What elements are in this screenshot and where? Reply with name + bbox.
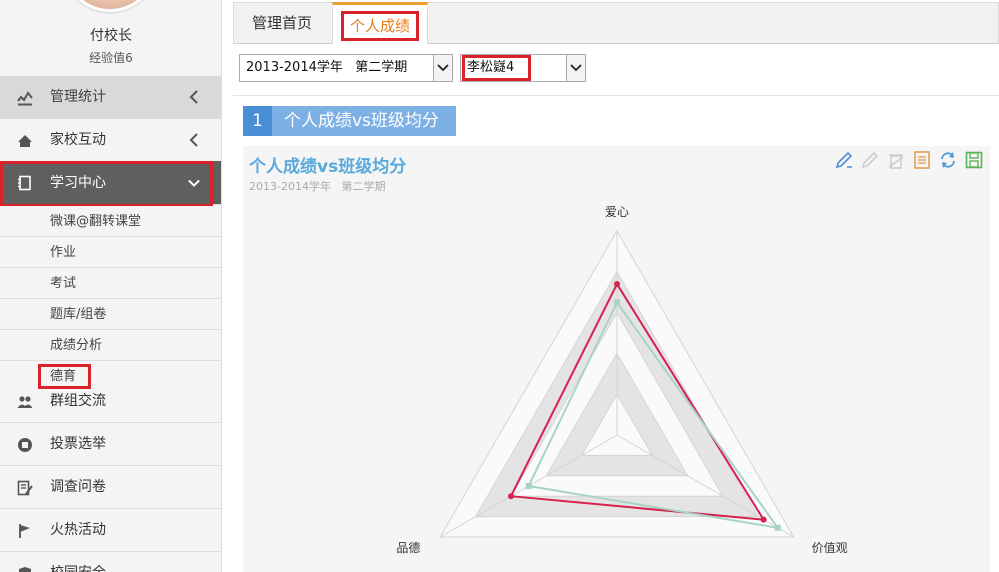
submenu-label: 作业 [50, 245, 77, 260]
flag-icon [19, 524, 30, 538]
chevron-left-icon [189, 90, 198, 104]
section-title: 个人成绩vs班级均分 [284, 111, 439, 131]
menu-label: 调查问卷 [50, 479, 106, 495]
submenu-item-exam[interactable]: 考试 [0, 268, 221, 299]
avatar[interactable] [62, 0, 158, 12]
tab-bar: 管理首页 个人成绩 [233, 2, 999, 45]
submenu-label: 考试 [50, 276, 77, 291]
menu-item-vote[interactable]: 投票选举 [0, 423, 221, 466]
tab-personal-score[interactable]: 个人成绩 [332, 2, 428, 45]
shield-icon [19, 567, 31, 572]
filter-bar: 2013-2014学年 第二学期 李松嶷4 [233, 44, 999, 96]
radar-chart: 爱心价值观 品德 [396, 205, 848, 555]
user-profile: 付校长 经验值6 [0, 0, 221, 75]
menu-label: 投票选举 [50, 436, 106, 452]
menu-label: 火热活动 [50, 522, 106, 538]
users-icon [17, 396, 33, 408]
submenu-item-homework[interactable]: 作业 [0, 237, 221, 268]
chevron-down-icon [570, 64, 582, 72]
submenu-label: 题库/组卷 [50, 307, 107, 322]
menu-item-group-chat[interactable]: 群组交流 [0, 380, 221, 423]
radar-chart-panel: 个人成绩vs班级均分 2013-2014学年 第二学期 爱心价值观 品德 [243, 146, 990, 572]
radar-indicator-label: 价值观 [812, 540, 848, 555]
tab-label: 个人成绩 [340, 11, 419, 41]
radar-indicator-label: 品德 [396, 540, 420, 555]
main-content: 管理首页 个人成绩 2013-2014学年 第二学期 李松嶷4 1 个人成绩vs… [233, 0, 999, 572]
radar-data-point [614, 281, 620, 288]
student-select-value: 李松嶷4 [462, 55, 532, 81]
section-number: 1 [243, 106, 272, 136]
vote-icon [18, 438, 32, 452]
section-header: 1 个人成绩vs班级均分 [243, 106, 456, 136]
menu-item-survey[interactable]: 调查问卷 [0, 466, 221, 509]
menu-label: 群组交流 [50, 393, 106, 409]
user-name: 付校长 [90, 28, 132, 44]
submenu-item-question-bank[interactable]: 题库/组卷 [0, 299, 221, 330]
menu-label: 校园安全 [50, 552, 106, 572]
submenu-item-score-analysis[interactable]: 成绩分析 [0, 330, 221, 361]
radar-data-point [774, 524, 781, 531]
student-select[interactable]: 李松嶷4 [460, 54, 586, 82]
home-icon [18, 135, 32, 147]
menu-item-hot-activity[interactable]: 火热活动 [0, 509, 221, 552]
menu-item-campus-safety[interactable]: 校园安全 [0, 552, 221, 572]
chevron-left-icon [189, 133, 198, 147]
stats-icon [17, 91, 33, 106]
radar-data-point [760, 516, 767, 523]
survey-icon [17, 480, 33, 496]
chevron-down-icon [437, 64, 449, 72]
radar-data-point [614, 299, 620, 306]
tab-management-home[interactable]: 管理首页 [234, 2, 330, 44]
submenu-item-moral-education[interactable]: 德育 [0, 361, 221, 384]
notebook-icon [18, 175, 31, 191]
menu-label: 管理统计 [50, 89, 106, 105]
term-select-value: 2013-2014学年 第二学期 [246, 60, 408, 75]
radar-data-point [507, 493, 514, 500]
term-select[interactable]: 2013-2014学年 第二学期 [239, 54, 453, 82]
radar-indicator-label: 爱心 [605, 205, 629, 219]
radar-data-point [525, 483, 532, 489]
dropdown-arrow [566, 55, 585, 81]
submenu-label: 微课@翻转课堂 [50, 214, 142, 229]
menu-label: 学习中心 [50, 175, 106, 191]
user-experience: 经验值6 [89, 51, 133, 65]
menu-item-home-school[interactable]: 家校互动 [0, 119, 221, 162]
chevron-down-icon [188, 179, 200, 187]
submenu-label: 成绩分析 [50, 338, 103, 353]
menu-item-management-stats[interactable]: 管理统计 [0, 76, 221, 119]
dropdown-arrow [433, 55, 452, 81]
sidebar: 付校长 经验值6 管理统计 家校互动 学习中心 微课@翻转课堂 作业 考试 题库… [0, 0, 222, 572]
submenu-item-micro-lesson[interactable]: 微课@翻转课堂 [0, 206, 221, 237]
menu-label: 家校互动 [50, 132, 106, 148]
menu-item-study-center[interactable]: 学习中心 [0, 161, 221, 205]
